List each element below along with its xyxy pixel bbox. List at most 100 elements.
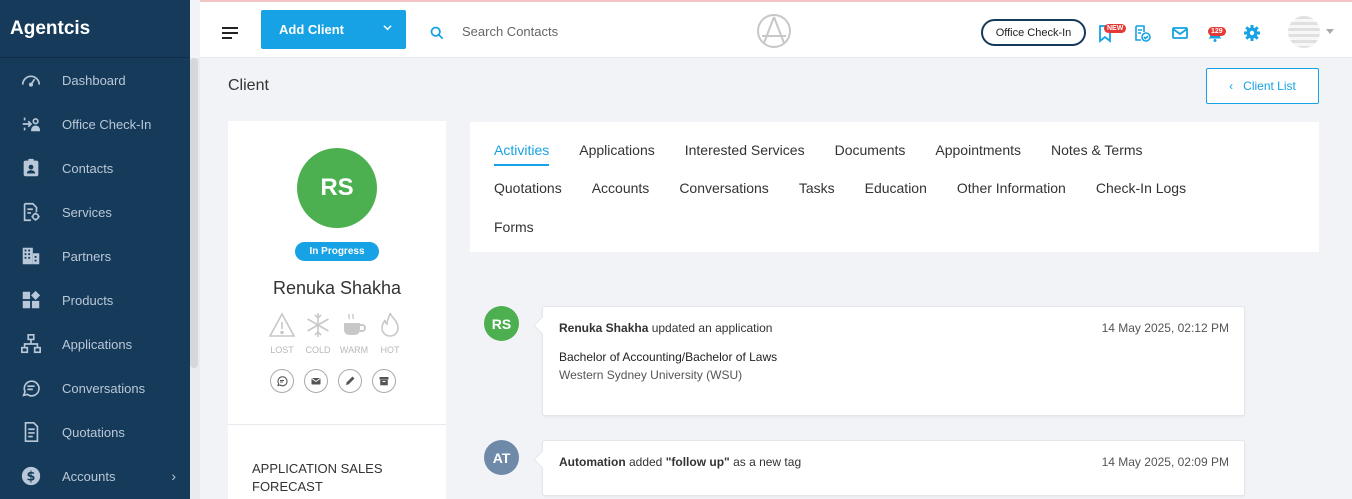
temperature-warm[interactable]: WARM	[336, 311, 372, 355]
temperature-lost[interactable]: LOST	[264, 311, 300, 355]
tab-appointments[interactable]: Appointments	[935, 142, 1021, 158]
lead-temperature-selector: LOST COLD WARM HOT	[264, 311, 408, 355]
add-client-label: Add Client	[279, 22, 344, 37]
tab-checkin-logs[interactable]: Check-In Logs	[1096, 180, 1186, 196]
profile-card: RS In Progress Renuka Shakha LOST COLD W…	[228, 121, 446, 499]
client-avatar: RS	[297, 148, 377, 228]
topbar: Add Client Office Check-In NEW 129	[200, 0, 1352, 58]
archive-button[interactable]	[372, 369, 396, 393]
tab-education[interactable]: Education	[865, 180, 927, 196]
tabs-card: Activities Applications Interested Servi…	[470, 122, 1319, 252]
gear-icon[interactable]	[1242, 23, 1262, 43]
temperature-label: HOT	[380, 345, 400, 355]
activity-action: as a new tag	[729, 455, 802, 469]
menu-icon[interactable]	[222, 27, 238, 39]
tab-conversations[interactable]: Conversations	[679, 180, 769, 196]
checkin-icon	[0, 113, 62, 135]
scrollbar-thumb[interactable]	[190, 58, 198, 368]
search-input[interactable]	[462, 20, 662, 42]
sidebar-nav: Dashboard Office Check-In Contacts Servi…	[0, 58, 190, 498]
tab-applications[interactable]: Applications	[579, 142, 655, 158]
email-button[interactable]	[304, 369, 328, 393]
tab-accounts[interactable]: Accounts	[592, 180, 650, 196]
chat-icon	[277, 376, 288, 387]
accounts-icon: $	[0, 465, 62, 487]
tab-quotations[interactable]: Quotations	[494, 180, 562, 196]
client-list-label: Client List	[1243, 79, 1296, 93]
message-button[interactable]	[270, 369, 294, 393]
activity-action: updated an application	[648, 321, 773, 335]
sidebar-item-conversations[interactable]: Conversations	[0, 366, 190, 410]
tabs-row-2: Quotations Accounts Conversations Tasks …	[494, 180, 1216, 196]
temperature-label: LOST	[270, 345, 294, 355]
add-client-button[interactable]: Add Client	[261, 10, 406, 49]
tab-forms[interactable]: Forms	[494, 219, 534, 235]
activity-action: added	[625, 455, 666, 469]
office-checkin-button[interactable]: Office Check-In	[981, 19, 1086, 46]
svg-text:$: $	[27, 470, 36, 485]
edit-button[interactable]	[338, 369, 362, 393]
flame-icon	[381, 312, 399, 337]
activity-institution: Western Sydney University (WSU)	[559, 368, 743, 382]
sidebar-item-services[interactable]: Services	[0, 190, 190, 234]
sidebar-item-label: Contacts	[62, 160, 114, 176]
sidebar-item-label: Partners	[62, 248, 112, 264]
chevron-down-icon[interactable]	[1326, 29, 1334, 34]
partners-icon	[0, 245, 62, 267]
sidebar-item-products[interactable]: Products	[0, 278, 190, 322]
activity-avatar: AT	[484, 440, 519, 475]
brand-logo[interactable]: Agentcis	[0, 0, 190, 58]
sidebar-item-label: Dashboard	[62, 72, 126, 88]
tab-notes-terms[interactable]: Notes & Terms	[1051, 142, 1143, 158]
tab-activities[interactable]: Activities	[494, 142, 550, 166]
chevron-down-icon[interactable]	[383, 23, 392, 32]
company-logo-icon	[757, 14, 791, 48]
chevron-left-icon: ‹	[1229, 79, 1234, 93]
chevron-right-icon[interactable]: ›	[171, 468, 176, 484]
task-checklist-icon[interactable]	[1132, 23, 1152, 43]
services-icon	[0, 201, 62, 223]
sidebar-item-quotations[interactable]: Quotations	[0, 410, 190, 454]
status-badge[interactable]: In Progress	[295, 242, 379, 261]
profile-actions	[270, 369, 406, 393]
activity-tag: "follow up"	[665, 455, 730, 469]
sidebar-item-accounts[interactable]: $ Accounts ›	[0, 454, 190, 498]
notification-count-badge: 129	[1208, 27, 1226, 36]
activity-card: Renuka Shakha updated an application 14 …	[542, 306, 1245, 416]
quotations-icon	[0, 421, 62, 443]
sidebar-item-label: Products	[62, 292, 114, 308]
sidebar-item-label: Services	[62, 204, 112, 220]
applications-icon	[0, 333, 62, 355]
activity-timestamp: 14 May 2025, 02:12 PM	[1101, 321, 1229, 335]
sidebar-item-label: Applications	[62, 336, 133, 352]
pencil-icon	[346, 376, 355, 385]
sidebar-item-partners[interactable]: Partners	[0, 234, 190, 278]
activity-actor[interactable]: Automation	[559, 455, 626, 469]
user-avatar[interactable]	[1288, 16, 1320, 48]
client-list-button[interactable]: ‹ Client List	[1206, 68, 1319, 104]
temperature-cold[interactable]: COLD	[300, 311, 336, 355]
sidebar-item-label: Quotations	[62, 424, 125, 440]
tab-other-information[interactable]: Other Information	[957, 180, 1066, 196]
tab-tasks[interactable]: Tasks	[799, 180, 835, 196]
page-title: Client	[228, 77, 269, 94]
sidebar-item-dashboard[interactable]: Dashboard	[0, 58, 190, 102]
mail-icon[interactable]	[1170, 23, 1190, 43]
sidebar-item-label: Conversations	[62, 380, 146, 396]
sidebar-item-label: Office Check-In	[62, 116, 152, 132]
temperature-hot[interactable]: HOT	[372, 311, 408, 355]
sidebar-item-applications[interactable]: Applications	[0, 322, 190, 366]
activity-avatar: RS	[484, 306, 519, 341]
activity-actor[interactable]: Renuka Shakha	[559, 321, 648, 335]
tab-interested-services[interactable]: Interested Services	[685, 142, 805, 158]
sidebar-item-office-checkin[interactable]: Office Check-In	[0, 102, 190, 146]
coffee-cup-icon	[344, 313, 366, 335]
search-icon[interactable]	[430, 26, 444, 40]
activity-description: Renuka Shakha updated an application	[559, 321, 772, 335]
application-sales-forecast-title: APPLICATION SALES FORECAST	[252, 461, 383, 494]
activity-description: Automation added "follow up" as a new ta…	[559, 455, 801, 469]
tab-documents[interactable]: Documents	[835, 142, 906, 158]
dashboard-icon	[0, 69, 62, 91]
sidebar-item-label: Accounts	[62, 468, 116, 484]
sidebar-item-contacts[interactable]: Contacts	[0, 146, 190, 190]
